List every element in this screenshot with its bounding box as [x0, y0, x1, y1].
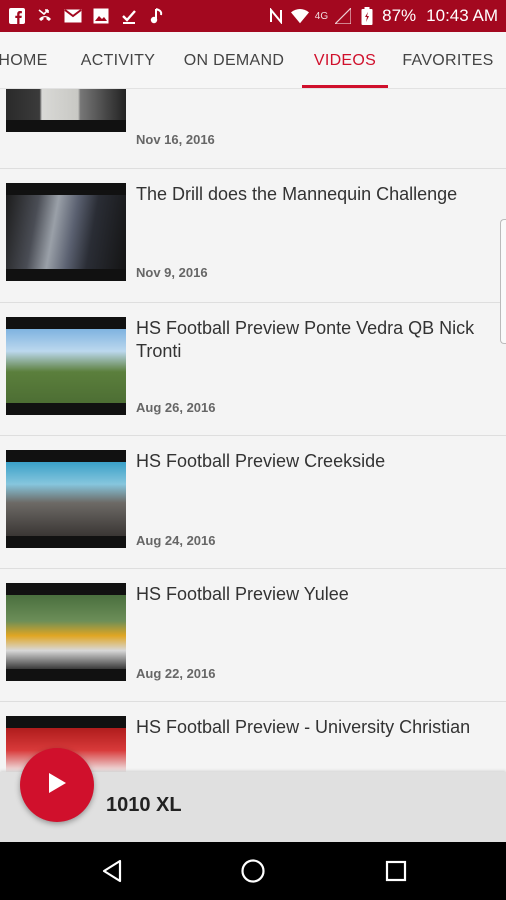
video-thumbnail[interactable]	[6, 89, 126, 132]
tab-favorites[interactable]: FAVORITES	[398, 32, 498, 89]
home-icon[interactable]	[238, 856, 268, 886]
status-bar: 4G 87% 10:43 AM	[0, 0, 506, 32]
gmail-icon	[64, 7, 82, 25]
clock: 10:43 AM	[426, 6, 498, 25]
video-title[interactable]: HS Football Preview Yulee	[136, 583, 498, 606]
image-icon	[92, 7, 110, 25]
video-thumbnail[interactable]	[6, 583, 126, 681]
video-title[interactable]: HS Football Preview Creekside	[136, 450, 498, 473]
video-row[interactable]: HS Football Preview Ponte Vedra QB Nick …	[0, 303, 506, 436]
video-row[interactable]: The Drill does the Mannequin Challenge N…	[0, 169, 506, 303]
missed-call-icon	[36, 7, 54, 25]
active-tab-indicator	[302, 85, 388, 88]
nfc-icon	[267, 7, 285, 25]
video-date: Aug 22, 2016	[136, 666, 216, 681]
station-name[interactable]: 1010 XL	[106, 794, 182, 817]
recents-icon[interactable]	[381, 856, 411, 886]
tab-videos[interactable]: VIDEOS	[302, 32, 388, 89]
play-icon	[46, 771, 68, 800]
video-date: Nov 9, 2016	[136, 265, 208, 280]
tab-activity[interactable]: ACTIVITY	[70, 32, 166, 89]
download-done-icon	[120, 7, 138, 25]
video-title[interactable]: HS Football Preview - University Christi…	[136, 716, 498, 739]
wifi-icon	[290, 7, 309, 25]
video-title[interactable]: HS Football Preview Ponte Vedra QB Nick …	[136, 317, 498, 363]
back-icon[interactable]	[97, 856, 127, 886]
video-thumbnail[interactable]	[6, 450, 126, 548]
music-icon	[148, 7, 166, 25]
video-date: Aug 24, 2016	[136, 533, 216, 548]
tab-on-demand[interactable]: ON DEMAND	[176, 32, 292, 89]
video-thumbnail[interactable]	[6, 317, 126, 415]
signal-icon	[334, 7, 352, 25]
navigation-bar	[0, 842, 506, 900]
battery-percent: 87%	[382, 6, 417, 25]
video-date: Aug 26, 2016	[136, 400, 216, 415]
facebook-icon	[8, 7, 26, 25]
video-row[interactable]: HS Football Preview Yulee Aug 22, 2016	[0, 569, 506, 702]
battery-icon	[358, 7, 376, 25]
video-row[interactable]: HS Football Preview Creekside Aug 24, 20…	[0, 436, 506, 569]
video-row[interactable]: Nov 16, 2016	[0, 89, 506, 169]
network-type: 4G	[314, 10, 329, 22]
tab-home[interactable]: HOME	[0, 32, 66, 89]
video-thumbnail[interactable]	[6, 183, 126, 281]
video-list[interactable]: Nov 16, 2016 The Drill does the Mannequi…	[0, 89, 506, 772]
scroll-handle[interactable]	[500, 219, 506, 344]
tab-bar: HOME ACTIVITY ON DEMAND VIDEOS FAVORITES	[0, 32, 506, 89]
video-title[interactable]: The Drill does the Mannequin Challenge	[136, 183, 498, 206]
play-button[interactable]	[20, 748, 94, 822]
video-date: Nov 16, 2016	[136, 132, 215, 147]
